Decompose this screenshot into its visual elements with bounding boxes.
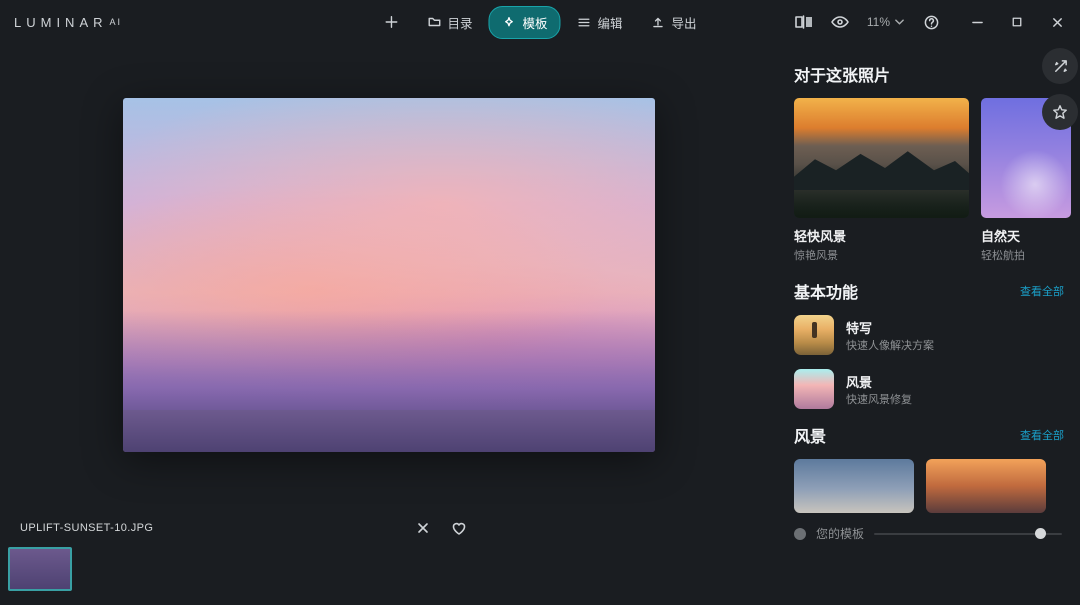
- landscape-thumbs: [794, 459, 1080, 513]
- sunset-image: [123, 98, 655, 452]
- maximize-button[interactable]: [1008, 13, 1026, 31]
- collection-subtitle: 快速风景修复: [846, 391, 912, 407]
- view-all-landscape[interactable]: 查看全部: [1020, 427, 1064, 443]
- filmstrip: [0, 541, 778, 597]
- chevron-down-icon: [895, 19, 904, 25]
- intensity-slider[interactable]: [874, 528, 1062, 540]
- edit-tab[interactable]: 编辑: [565, 7, 635, 38]
- top-nav: 目录 模板 编辑 导出: [371, 6, 708, 39]
- for-this-photo-title: 对于这张照片: [794, 62, 1080, 86]
- your-templates-label: 您的模板: [816, 525, 864, 542]
- edit-label: 编辑: [598, 13, 623, 32]
- favorite-floater[interactable]: [1042, 94, 1078, 130]
- sliders-icon: [577, 15, 592, 30]
- card-subtitle: 轻松航拍: [981, 247, 1080, 263]
- magic-button[interactable]: [1042, 48, 1078, 84]
- top-right-controls: 11%: [795, 13, 1066, 31]
- suggestion-cards: 轻快风景 惊艳风景 自然天 轻松航拍: [794, 98, 1080, 263]
- sparkle-icon: [501, 15, 516, 30]
- your-templates-row: 您的模板: [794, 525, 1080, 542]
- side-panel: 对于这张照片 轻快风景 惊艳风景 自然天 轻松航拍 基本功能 查看全部 特写 快…: [778, 44, 1080, 605]
- template-dot-icon: [794, 528, 806, 540]
- close-button[interactable]: [1048, 13, 1066, 31]
- export-label: 导出: [672, 13, 697, 32]
- catalog-label: 目录: [447, 13, 472, 32]
- templates-label: 模板: [522, 13, 547, 32]
- collection-thumb: [794, 315, 834, 355]
- card-title: 自然天: [981, 226, 1080, 245]
- photo-preview: [123, 98, 655, 452]
- app-logo: LUMINAR AI: [14, 15, 122, 30]
- app-suffix: AI: [110, 17, 123, 27]
- canvas-viewport[interactable]: [0, 62, 778, 515]
- preview-icon[interactable]: [831, 13, 849, 31]
- app-name: LUMINAR: [14, 15, 108, 30]
- card-thumb: [794, 98, 969, 218]
- help-icon[interactable]: [922, 13, 940, 31]
- main-area: UPLIFT-SUNSET-10.JPG 对于这张照片 轻快风景 惊艳风景 自然…: [0, 44, 1080, 605]
- landscape-title: 风景: [794, 423, 826, 447]
- basic-title: 基本功能: [794, 279, 858, 303]
- favorite-button[interactable]: [450, 519, 468, 537]
- landscape-header: 风景 查看全部: [794, 423, 1080, 447]
- zoom-select[interactable]: 11%: [867, 15, 904, 29]
- collection-text: 特写 快速人像解决方案: [846, 318, 934, 353]
- minimize-button[interactable]: [968, 13, 986, 31]
- export-tab[interactable]: 导出: [639, 7, 709, 38]
- collection-subtitle: 快速人像解决方案: [846, 337, 934, 353]
- landscape-thumb[interactable]: [794, 459, 914, 513]
- canvas-area: UPLIFT-SUNSET-10.JPG: [0, 44, 778, 605]
- card-subtitle: 惊艳风景: [794, 247, 969, 263]
- collection-thumb: [794, 369, 834, 409]
- view-all-basic[interactable]: 查看全部: [1020, 283, 1064, 299]
- slider-knob[interactable]: [1035, 528, 1046, 539]
- catalog-tab[interactable]: 目录: [414, 7, 484, 38]
- reject-button[interactable]: [414, 519, 432, 537]
- suggestion-card[interactable]: 轻快风景 惊艳风景: [794, 98, 969, 263]
- compare-icon[interactable]: [795, 13, 813, 31]
- landscape-thumb[interactable]: [926, 459, 1046, 513]
- export-icon: [651, 15, 666, 30]
- collection-item[interactable]: 特写 快速人像解决方案: [794, 315, 1080, 355]
- collection-title: 特写: [846, 318, 934, 337]
- filmstrip-thumb[interactable]: [8, 547, 72, 591]
- file-actions: [414, 519, 758, 537]
- collection-text: 风景 快速风景修复: [846, 372, 912, 407]
- file-name: UPLIFT-SUNSET-10.JPG: [20, 522, 153, 534]
- card-title: 轻快风景: [794, 226, 969, 245]
- templates-tab[interactable]: 模板: [488, 6, 560, 39]
- add-button[interactable]: [371, 9, 410, 36]
- window-controls: [968, 13, 1066, 31]
- folder-icon: [426, 15, 441, 30]
- basic-header: 基本功能 查看全部: [794, 279, 1080, 303]
- zoom-value: 11%: [867, 15, 890, 29]
- collection-item[interactable]: 风景 快速风景修复: [794, 369, 1080, 409]
- floating-tools: [1042, 48, 1080, 130]
- title-bar: LUMINAR AI 目录 模板 编辑: [0, 0, 1080, 44]
- collection-title: 风景: [846, 372, 912, 391]
- plus-icon: [383, 15, 398, 30]
- file-info-row: UPLIFT-SUNSET-10.JPG: [0, 515, 778, 541]
